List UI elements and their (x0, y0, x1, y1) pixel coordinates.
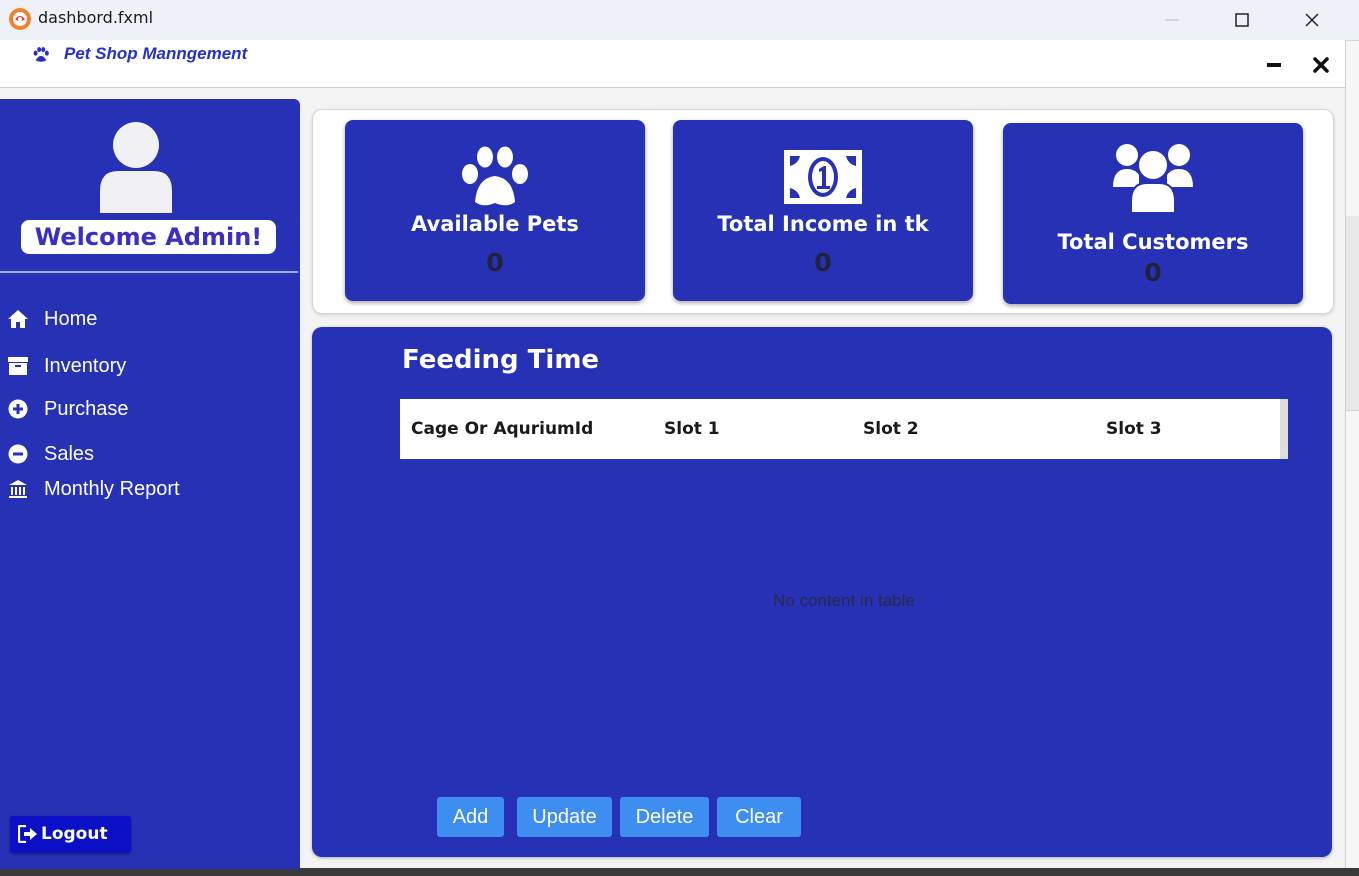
sidebar-item-monthly-report[interactable]: Monthly Report (0, 471, 298, 507)
sidebar-item-home[interactable]: Home (0, 301, 298, 337)
stats-panel: Available Pets 0 Total Income in tk 0 To… (312, 109, 1334, 314)
column-header-slot-1[interactable]: Slot 1 (664, 419, 720, 439)
app-close-icon[interactable] (1310, 54, 1332, 76)
app-minimize-icon[interactable] (1264, 58, 1284, 72)
sidebar-item-label: Inventory (44, 354, 127, 377)
stat-card-total-income: Total Income in tk 0 (673, 120, 973, 301)
app-header: Pet Shop Manngement (0, 40, 1345, 88)
stat-value: 0 (814, 248, 832, 277)
stat-label: Total Customers (1057, 230, 1249, 254)
plus-circle-icon (7, 398, 29, 420)
home-icon (7, 308, 29, 330)
column-header-cage-id[interactable]: Cage Or AquriumId (411, 419, 593, 439)
column-header-slot-2[interactable]: Slot 2 (863, 419, 919, 439)
table-empty-placeholder: No content in table (773, 591, 915, 610)
background-window-edge (1345, 40, 1359, 876)
add-button[interactable]: Add (437, 797, 504, 837)
app-title: Pet Shop Manngement (64, 44, 248, 63)
sidebar-divider (0, 271, 298, 273)
sidebar: Welcome Admin! Home Inventory Purchase S… (0, 99, 300, 869)
maximize-icon (1235, 13, 1249, 27)
minimize-icon (1165, 19, 1179, 21)
os-maximize-button[interactable] (1207, 0, 1277, 40)
user-avatar-icon (100, 122, 172, 213)
sidebar-item-purchase[interactable]: Purchase (0, 391, 298, 427)
stat-label: Available Pets (411, 212, 579, 236)
users-icon (1113, 144, 1193, 213)
sidebar-item-sales[interactable]: Sales (0, 436, 298, 472)
window-title: dashbord.fxml (38, 8, 154, 27)
sidebar-item-label: Monthly Report (44, 477, 180, 500)
taskbar-edge (0, 868, 1359, 876)
close-icon (1305, 13, 1319, 27)
sidebar-item-label: Home (44, 307, 98, 330)
edge-slice (1346, 40, 1359, 216)
stat-value: 0 (486, 248, 504, 277)
archive-box-icon (7, 355, 29, 377)
stat-card-total-customers: Total Customers 0 (1003, 123, 1303, 304)
sign-out-icon (18, 825, 37, 843)
edge-slice (1346, 410, 1359, 876)
os-minimize-button[interactable] (1137, 0, 1207, 40)
app-window: dashbord.fxml Pet Shop Manngement Welcom… (0, 0, 1359, 876)
welcome-label: Welcome Admin! (21, 220, 276, 254)
sidebar-item-label: Sales (44, 442, 95, 465)
bank-icon (7, 478, 29, 500)
clear-button[interactable]: Clear (717, 797, 801, 837)
stat-value: 0 (1144, 258, 1162, 287)
os-close-button[interactable] (1277, 0, 1347, 40)
sidebar-item-inventory[interactable]: Inventory (0, 348, 298, 384)
os-titlebar[interactable]: dashbord.fxml (0, 0, 1359, 40)
paw-icon (33, 47, 49, 62)
paw-icon (462, 146, 528, 206)
minus-circle-icon (7, 443, 29, 465)
update-button[interactable]: Update (517, 797, 612, 837)
money-bill-icon (784, 150, 862, 204)
delete-button[interactable]: Delete (620, 797, 709, 837)
sidebar-item-label: Purchase (44, 397, 129, 420)
stat-label: Total Income in tk (717, 212, 929, 236)
app-logo-icon (9, 8, 31, 30)
feeding-title: Feeding Time (402, 345, 600, 375)
column-header-slot-3[interactable]: Slot 3 (1106, 419, 1162, 439)
feeding-panel: Feeding Time Cage Or AquriumId Slot 1 Sl… (312, 327, 1332, 857)
logout-label: Logout (41, 824, 108, 844)
feeding-table-header: Cage Or AquriumId Slot 1 Slot 2 Slot 3 (400, 399, 1288, 459)
logout-button[interactable]: Logout (10, 816, 131, 853)
stat-card-available-pets: Available Pets 0 (345, 120, 645, 301)
